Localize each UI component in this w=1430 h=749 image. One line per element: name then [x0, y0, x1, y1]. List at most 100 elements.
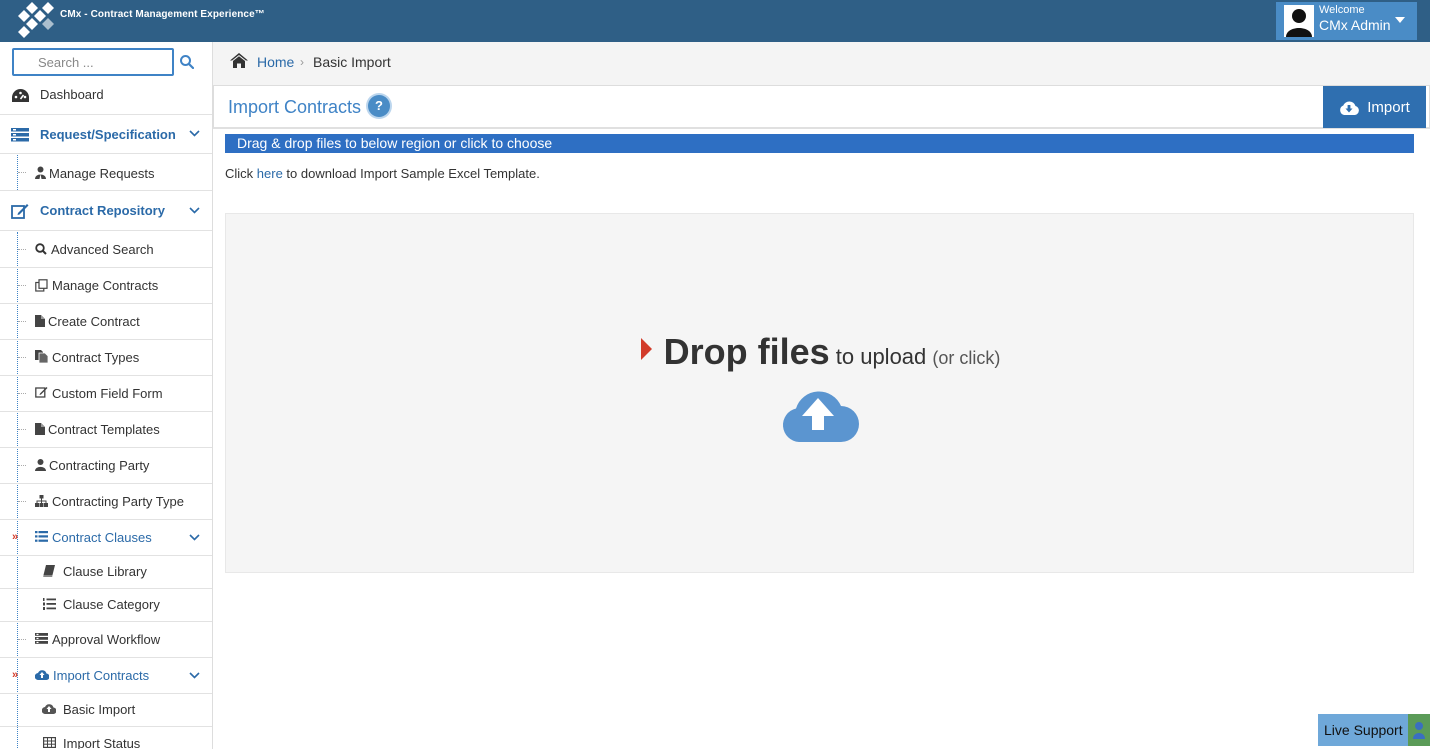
sidebar-item-label: Contract Types — [52, 350, 140, 365]
sidebar-item-create-contract[interactable]: Create Contract — [0, 304, 212, 340]
sidebar-item-label: Contract Clauses — [52, 530, 152, 545]
breadcrumb-home-link[interactable]: Home — [257, 54, 294, 70]
tree-tick — [18, 393, 26, 394]
sidebar-item-label: Request/Specification — [40, 127, 176, 142]
page-header: Import Contracts ? Import — [213, 85, 1430, 129]
active-marker-icon: » — [12, 531, 19, 543]
sidebar-item-label: Import Status — [63, 736, 141, 749]
tree-tick — [18, 639, 26, 640]
sidebar-item-label: Manage Requests — [49, 166, 155, 181]
dashboard-icon — [11, 88, 30, 103]
cloud-upload-icon — [35, 669, 49, 680]
import-button[interactable]: Import — [1323, 86, 1426, 128]
sidebar-item-contract-clauses[interactable]: » Contract Clauses — [0, 520, 212, 556]
server-icon — [35, 633, 48, 644]
tree-tick — [18, 501, 26, 502]
server-icon — [11, 128, 29, 142]
live-support-label: Live Support — [1324, 722, 1403, 738]
user-tie-icon — [35, 166, 46, 179]
tree-tick — [18, 172, 26, 173]
tree-tick — [18, 465, 26, 466]
live-support-button[interactable]: Live Support — [1318, 714, 1430, 746]
top-bar: CMx - Contract Management Experience™ We… — [0, 0, 1430, 42]
caret-down-icon[interactable] — [1395, 17, 1405, 23]
sidebar-item-label: Create Contract — [48, 314, 140, 329]
files-icon — [35, 350, 48, 363]
home-icon[interactable] — [230, 53, 248, 68]
username: CMx Admin — [1319, 17, 1391, 33]
help-icon[interactable]: ? — [368, 95, 390, 117]
welcome-label: Welcome — [1319, 4, 1365, 16]
user-icon — [35, 459, 46, 471]
sidebar-item-import-status[interactable]: Import Status — [0, 728, 212, 749]
edit-icon — [11, 203, 29, 219]
sidebar-item-label: Advanced Search — [51, 242, 154, 257]
sidebar-item-dashboard[interactable]: Dashboard — [0, 79, 212, 113]
app-title: CMx - Contract Management Experience™ — [60, 9, 265, 20]
sidebar-item-advanced-search[interactable]: Advanced Search — [0, 232, 212, 268]
main-content: Home › Basic Import Import Contracts ? I… — [213, 42, 1430, 749]
template-download-link[interactable]: here — [257, 166, 283, 181]
drop-click-text: (or click) — [932, 348, 1001, 368]
tree-tick — [18, 321, 26, 322]
tree-tick — [18, 285, 26, 286]
sidebar-item-approval-workflow[interactable]: Approval Workflow — [0, 622, 212, 658]
breadcrumb-separator: › — [300, 55, 304, 69]
sidebar-item-manage-requests[interactable]: Manage Requests — [0, 155, 212, 191]
copy-icon — [35, 279, 48, 292]
sidebar-item-manage-contracts[interactable]: Manage Contracts — [0, 268, 212, 304]
sidebar: Dashboard Request/Specification Manage R… — [0, 42, 213, 749]
chevron-down-icon[interactable] — [189, 206, 200, 214]
chevron-down-icon[interactable] — [189, 533, 200, 541]
cloud-download-icon — [1340, 100, 1360, 115]
page-title: Import Contracts — [228, 97, 362, 117]
chevron-down-icon[interactable] — [189, 130, 200, 137]
file-icon — [35, 315, 45, 327]
tree-tick — [18, 357, 26, 358]
sidebar-item-label: Clause Library — [63, 564, 147, 579]
sidebar-item-custom-field-form[interactable]: Custom Field Form — [0, 376, 212, 412]
drag-drop-banner: Drag & drop files to below region or cli… — [225, 134, 1414, 153]
sidebar-item-label: Manage Contracts — [52, 278, 159, 293]
cloud-upload-icon — [42, 703, 56, 714]
cmx-logo-icon[interactable] — [14, 2, 56, 38]
sidebar-item-label: Import Contracts — [53, 668, 150, 683]
search-input[interactable] — [14, 50, 172, 74]
template-prefix: Click — [225, 166, 257, 181]
sidebar-item-label: Basic Import — [63, 702, 136, 717]
sidebar-item-request-specification[interactable]: Request/Specification — [0, 114, 212, 154]
user-silhouette-icon — [1286, 9, 1312, 37]
sidebar-item-label: Contract Templates — [48, 422, 160, 437]
sidebar-item-contracting-party-type[interactable]: Contracting Party Type — [0, 484, 212, 520]
sidebar-item-label: Approval Workflow — [52, 632, 161, 647]
file-dropzone[interactable]: Drop files to upload (or click) — [225, 213, 1414, 573]
sidebar-item-basic-import[interactable]: Basic Import — [0, 694, 212, 727]
search-box — [12, 48, 174, 76]
sidebar-item-clause-library[interactable]: Clause Library — [0, 556, 212, 589]
avatar — [1284, 5, 1314, 37]
support-agent-icon — [1408, 714, 1430, 746]
sidebar-item-contract-repository[interactable]: Contract Repository — [0, 191, 212, 231]
sidebar-item-contracting-party[interactable]: Contracting Party — [0, 448, 212, 484]
edit-icon — [35, 386, 48, 398]
drop-files-text: Drop files — [663, 331, 830, 372]
sidebar-item-label: Clause Category — [63, 597, 160, 612]
cloud-upload-icon — [782, 391, 859, 442]
book-icon — [43, 565, 55, 577]
drop-upload-text: to upload — [829, 344, 933, 369]
sidebar-item-clause-category[interactable]: Clause Category — [0, 589, 212, 622]
sidebar-item-import-contracts[interactable]: » Import Contracts — [0, 658, 212, 694]
sidebar-item-label: Contract Repository — [40, 203, 165, 218]
sidebar-item-label: Custom Field Form — [52, 386, 163, 401]
tree-tick — [18, 429, 26, 430]
sidebar-item-contract-types[interactable]: Contract Types — [0, 340, 212, 376]
sidebar-item-contract-templates[interactable]: Contract Templates — [0, 412, 212, 448]
list-ol-icon — [43, 598, 56, 610]
sitemap-icon — [35, 495, 48, 507]
list-icon — [35, 531, 48, 542]
chevron-down-icon[interactable] — [189, 671, 200, 679]
file-icon — [35, 423, 45, 435]
import-button-label: Import — [1367, 98, 1410, 116]
search-icon[interactable] — [180, 55, 194, 69]
user-menu[interactable]: Welcome CMx Admin — [1276, 2, 1417, 40]
